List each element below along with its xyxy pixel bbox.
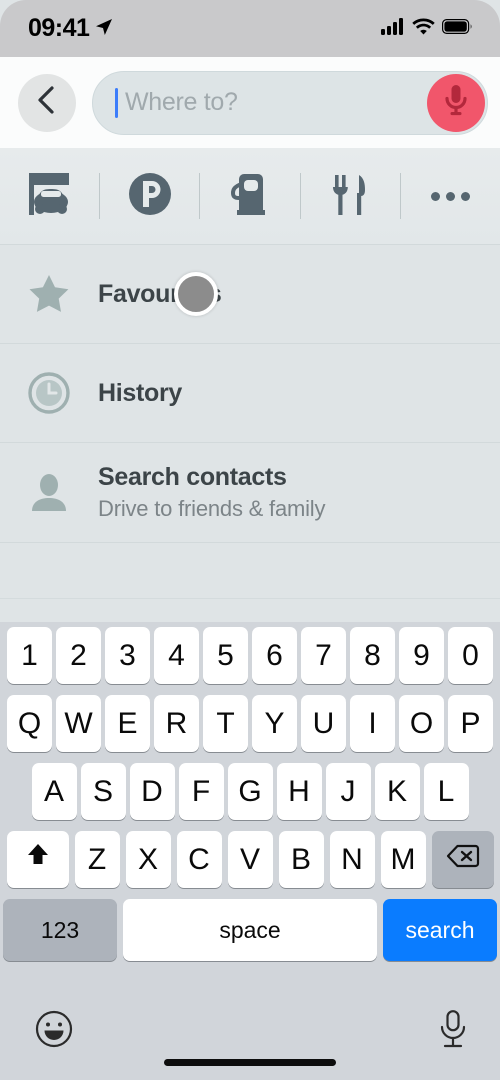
smiley-face-icon[interactable] xyxy=(34,1009,74,1054)
list-item-favourites[interactable]: Favourites xyxy=(0,245,500,344)
key-f[interactable]: F xyxy=(178,763,224,820)
key-s[interactable]: S xyxy=(80,763,126,820)
key-e[interactable]: E xyxy=(105,695,150,752)
key-i[interactable]: I xyxy=(350,695,395,752)
key-y[interactable]: Y xyxy=(252,695,297,752)
key-j[interactable]: J xyxy=(325,763,371,820)
key-6[interactable]: 6 xyxy=(252,627,297,684)
key-v[interactable]: V xyxy=(227,831,273,888)
battery-full-icon xyxy=(442,18,473,39)
quick-category-car-wash[interactable] xyxy=(0,148,99,244)
location-arrow-icon xyxy=(94,17,114,42)
status-bar-left: 09:41 xyxy=(28,14,114,43)
wifi-icon xyxy=(412,18,435,40)
key-w[interactable]: W xyxy=(56,695,101,752)
list-item-search-contacts[interactable]: Search contacts Drive to friends & famil… xyxy=(0,443,500,543)
keyboard-row-bottom: Z X C V B N M xyxy=(0,831,500,888)
backspace-key[interactable] xyxy=(431,831,494,888)
delete-left-icon xyxy=(446,843,480,877)
key-p[interactable]: P xyxy=(448,695,493,752)
key-5[interactable]: 5 xyxy=(203,627,248,684)
fork-knife-icon xyxy=(326,169,374,224)
home-indicator[interactable] xyxy=(164,1059,336,1066)
keyboard-footer xyxy=(0,987,500,1080)
key-b[interactable]: B xyxy=(278,831,324,888)
key-8[interactable]: 8 xyxy=(350,627,395,684)
person-icon xyxy=(18,471,80,515)
key-n[interactable]: N xyxy=(329,831,375,888)
key-r[interactable]: R xyxy=(154,695,199,752)
search-bar[interactable]: Where to? xyxy=(92,70,488,135)
microphone-icon xyxy=(441,83,471,122)
key-d[interactable]: D xyxy=(129,763,175,820)
shortcut-list: Favourites History Search contacts Drive… xyxy=(0,245,500,600)
key-0[interactable]: 0 xyxy=(448,627,493,684)
key-z[interactable]: Z xyxy=(74,831,120,888)
quick-category-restaurants[interactable] xyxy=(301,148,400,244)
key-1[interactable]: 1 xyxy=(7,627,52,684)
touch-indicator xyxy=(174,272,218,316)
key-m[interactable]: M xyxy=(380,831,426,888)
shift-up-arrow-icon xyxy=(23,841,53,879)
on-screen-keyboard: 1 2 3 4 5 6 7 8 9 0 Q W E R T Y U I O P … xyxy=(0,622,500,1080)
list-spacer xyxy=(0,543,500,599)
status-bar: 09:41 xyxy=(0,0,500,57)
keyboard-row-numbers: 1 2 3 4 5 6 7 8 9 0 xyxy=(0,627,500,684)
cellular-signal-icon xyxy=(381,17,405,40)
key-q[interactable]: Q xyxy=(7,695,52,752)
key-o[interactable]: O xyxy=(399,695,444,752)
key-c[interactable]: C xyxy=(176,831,222,888)
numeric-key[interactable]: 123 xyxy=(3,899,117,961)
clock-icon xyxy=(18,371,80,415)
parking-icon xyxy=(125,169,175,224)
star-icon xyxy=(18,272,80,316)
keyboard-row-space: 123 space search xyxy=(0,899,500,961)
key-k[interactable]: K xyxy=(374,763,420,820)
status-bar-clock: 09:41 xyxy=(28,14,90,42)
text-caret xyxy=(115,87,118,118)
key-a[interactable]: A xyxy=(31,763,77,820)
list-item-title: History xyxy=(98,378,183,407)
search-input[interactable]: Where to? xyxy=(125,88,238,117)
keyboard-row-home: A S D F G H J K L xyxy=(0,763,500,820)
quick-category-fuel[interactable] xyxy=(200,148,299,244)
key-u[interactable]: U xyxy=(301,695,346,752)
key-h[interactable]: H xyxy=(276,763,322,820)
quick-category-more[interactable] xyxy=(401,148,500,244)
status-bar-right xyxy=(381,17,473,40)
key-7[interactable]: 7 xyxy=(301,627,346,684)
list-item-text: History xyxy=(98,379,182,408)
quick-category-parking[interactable] xyxy=(100,148,199,244)
voice-search-button[interactable] xyxy=(427,73,485,132)
list-item-subtitle: Drive to friends & family xyxy=(98,496,326,521)
space-key[interactable]: space xyxy=(123,899,377,961)
chevron-left-icon xyxy=(35,85,59,120)
search-key[interactable]: search xyxy=(383,899,497,961)
key-t[interactable]: T xyxy=(203,695,248,752)
keyboard-row-top: Q W E R T Y U I O P xyxy=(0,695,500,752)
key-9[interactable]: 9 xyxy=(399,627,444,684)
ellipsis-icon xyxy=(430,191,470,201)
list-item-history[interactable]: History xyxy=(0,344,500,443)
search-header: Where to? xyxy=(0,57,500,148)
shift-key[interactable] xyxy=(6,831,69,888)
key-4[interactable]: 4 xyxy=(154,627,199,684)
car-canopy-icon xyxy=(24,169,76,224)
list-item-title: Search contacts xyxy=(98,463,287,491)
key-3[interactable]: 3 xyxy=(105,627,150,684)
fuel-pump-icon xyxy=(225,169,275,224)
list-item-text: Search contacts Drive to friends & famil… xyxy=(98,463,325,522)
key-x[interactable]: X xyxy=(125,831,171,888)
key-g[interactable]: G xyxy=(227,763,273,820)
back-button[interactable] xyxy=(18,73,76,132)
dictation-microphone-icon[interactable] xyxy=(436,1009,470,1054)
key-l[interactable]: L xyxy=(423,763,469,820)
key-2[interactable]: 2 xyxy=(56,627,101,684)
quick-category-bar xyxy=(0,148,500,245)
